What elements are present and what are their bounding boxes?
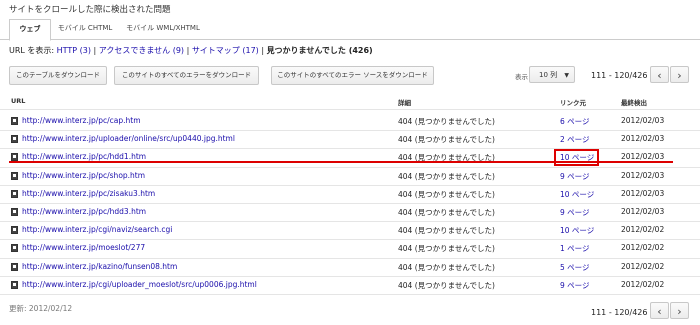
row-url-link[interactable]: http://www.interz.jp/uploader/online/src…	[22, 134, 235, 143]
row-detected-date: 2012/02/03	[621, 116, 665, 125]
row-links-link[interactable]: 9 ページ	[560, 171, 590, 182]
table-row: http://www.interz.jp/cgi/naviz/search.cg…	[0, 222, 700, 240]
filter-separator: |	[184, 46, 192, 55]
footer-pagination-range: 111 - 120/426 件	[591, 308, 659, 317]
row-url-link[interactable]: http://www.interz.jp/pc/shop.htm	[22, 171, 145, 180]
display-label: 表示	[515, 73, 528, 81]
rows-per-page-value: 10 列	[539, 71, 558, 79]
highlight-underline	[9, 161, 673, 163]
chevron-left-icon: ‹	[657, 69, 662, 82]
row-links-link[interactable]: 5 ページ	[560, 262, 590, 273]
row-url-link[interactable]: http://www.interz.jp/pc/cap.htm	[22, 116, 141, 125]
table-row: http://www.interz.jp/cgi/uploader_moeslo…	[0, 277, 700, 295]
table-row: http://www.interz.jp/pc/cap.htm 404 (見つかり…	[0, 113, 700, 131]
footer-next-page-button[interactable]: ›	[670, 302, 689, 319]
table-row: http://www.interz.jp/kazino/funsen08.htm…	[0, 259, 700, 277]
row-detail: 404 (見つかりませんでした)	[398, 262, 495, 272]
highlight-box	[554, 149, 599, 166]
prev-page-button[interactable]: ‹	[650, 66, 669, 83]
row-detail: 404 (見つかりませんでした)	[398, 226, 495, 236]
page-error-icon	[11, 208, 18, 216]
row-detail: 404 (見つかりませんでした)	[398, 117, 495, 126]
page-error-icon	[11, 117, 18, 125]
pagination-range: 111 - 120/426 件	[591, 71, 659, 80]
row-detected-date: 2012/02/02	[621, 243, 665, 253]
page-error-icon	[11, 244, 18, 253]
row-detected-date: 2012/02/02	[621, 279, 665, 289]
footer-prev-page-button[interactable]: ‹	[650, 302, 669, 319]
filter-separator: |	[91, 46, 99, 55]
page-error-icon	[11, 171, 18, 180]
row-links-link[interactable]: 9 ページ	[560, 207, 590, 218]
chevron-right-icon: ›	[677, 69, 682, 82]
filter-access-link[interactable]: アクセスできません (9)	[99, 46, 184, 55]
row-detected-date: 2012/02/03	[621, 188, 665, 198]
row-links-link[interactable]: 9 ページ	[560, 280, 590, 291]
page-title: サイトをクロールした際に検出された問題	[9, 5, 171, 15]
row-detail: 404 (見つかりませんでした)	[398, 208, 495, 217]
row-detail: 404 (見つかりませんでした)	[398, 244, 495, 254]
row-detail: 404 (見つかりませんでした)	[398, 280, 495, 290]
row-links-link[interactable]: 10 ページ	[560, 189, 594, 200]
page-error-icon	[11, 135, 18, 144]
row-detected-date: 2012/02/03	[621, 207, 665, 216]
tab-bar: ウェブ モバイル CHTML モバイル WML/XHTML	[0, 19, 700, 41]
row-url-link[interactable]: http://www.interz.jp/cgi/naviz/search.cg…	[22, 225, 172, 234]
page-error-icon	[11, 280, 18, 289]
row-detected-date: 2012/02/02	[621, 261, 665, 271]
tab-mobile-wml-xhtml[interactable]: モバイル WML/XHTML	[122, 19, 204, 38]
page-error-icon	[11, 226, 18, 235]
row-url-link[interactable]: http://www.interz.jp/cgi/uploader_moeslo…	[22, 280, 257, 289]
table-row: http://www.interz.jp/moeslot/277 404 (見つか…	[0, 240, 700, 258]
table-row: http://www.interz.jp/uploader/online/src…	[0, 131, 700, 149]
filter-prefix: URL を表示:	[9, 46, 57, 55]
table-row: http://www.interz.jp/pc/shop.htm 404 (見つか…	[0, 168, 700, 186]
download-all-sources-button[interactable]: このサイトのすべてのエラー ソースをダウンロード	[271, 66, 434, 85]
row-links-link[interactable]: 1 ページ	[560, 243, 590, 254]
row-url-link[interactable]: http://www.interz.jp/kazino/funsen08.htm	[22, 262, 177, 271]
filter-separator: |	[258, 46, 267, 55]
row-detected-date: 2012/02/02	[621, 225, 665, 235]
table-row: http://www.interz.jp/pc/zisaku3.htm 404 (…	[0, 186, 700, 204]
tab-mobile-chtml[interactable]: モバイル CHTML	[56, 19, 114, 38]
next-page-button[interactable]: ›	[670, 66, 689, 83]
column-header-detail[interactable]: 詳細	[398, 97, 411, 107]
row-url-link[interactable]: http://www.interz.jp/moeslot/277	[22, 243, 145, 252]
row-detail: 404 (見つかりませんでした)	[398, 171, 495, 181]
filter-sitemap-link[interactable]: サイトマップ (17)	[192, 46, 259, 55]
column-header-url[interactable]: URL	[11, 97, 25, 105]
row-url-link[interactable]: http://www.interz.jp/pc/zisaku3.htm	[22, 189, 155, 198]
row-links-link[interactable]: 10 ページ	[560, 225, 594, 236]
row-detected-date: 2012/02/03	[621, 170, 665, 180]
row-detected-date: 2012/02/03	[621, 134, 665, 144]
table-row: http://www.interz.jp/pc/hdd3.htm 404 (見つか…	[0, 204, 700, 222]
chevron-right-icon: ›	[677, 305, 682, 318]
download-table-button[interactable]: このテーブルをダウンロード	[9, 66, 107, 85]
rows-per-page-select[interactable]: 10 列 ▼	[529, 66, 575, 83]
filter-current: 見つかりませんでした (426)	[266, 46, 373, 55]
row-url-link[interactable]: http://www.interz.jp/pc/hdd3.htm	[22, 207, 146, 216]
row-detail: 404 (見つかりませんでした)	[398, 189, 495, 199]
chevron-down-icon: ▼	[564, 72, 569, 79]
page-error-icon	[11, 262, 18, 271]
row-detail: 404 (見つかりませんでした)	[398, 135, 495, 145]
filter-http-link[interactable]: HTTP (3)	[57, 46, 91, 55]
tab-web[interactable]: ウェブ	[9, 19, 51, 41]
row-links-link[interactable]: 6 ページ	[560, 116, 590, 127]
column-header-links[interactable]: リンク元	[560, 97, 586, 107]
download-all-errors-button[interactable]: このサイトのすべてのエラーをダウンロード	[114, 66, 259, 85]
url-filter: URL を表示: HTTP (3) | アクセスできません (9) | サイトマ…	[9, 45, 373, 56]
chevron-left-icon: ‹	[657, 305, 662, 318]
row-divider	[0, 294, 700, 295]
column-header-detected[interactable]: 最終検出	[621, 97, 647, 107]
row-links-link[interactable]: 2 ページ	[560, 134, 590, 145]
last-updated: 更新: 2012/02/12	[9, 304, 73, 313]
page-error-icon	[11, 189, 18, 198]
header-divider	[0, 109, 700, 110]
